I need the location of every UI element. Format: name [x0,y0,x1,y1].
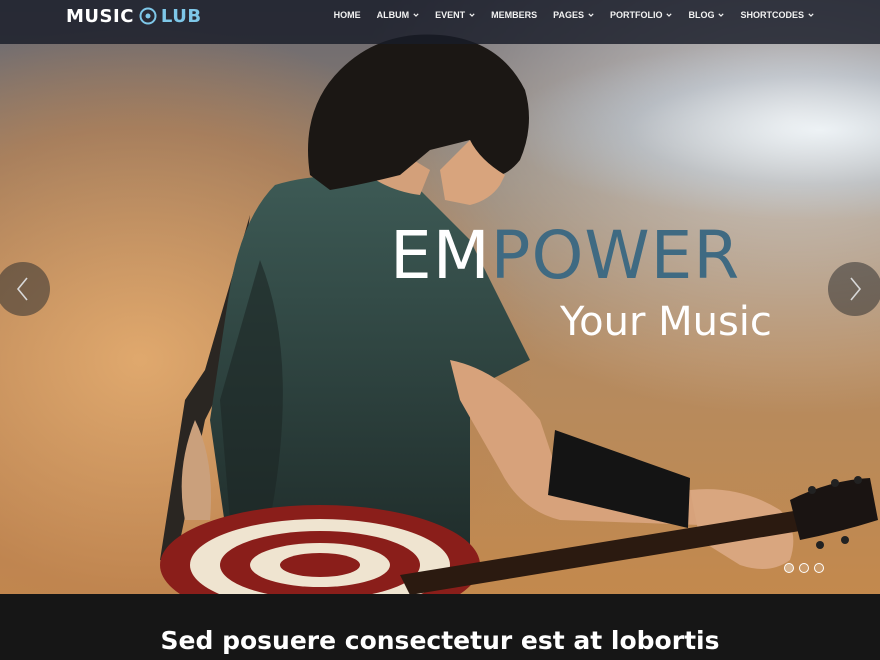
nav-item-label: PAGES [553,10,584,20]
chevron-left-icon [16,277,28,301]
top-navbar: MUSIC LUB HOME ALBUM EVENT MEMBERS PAGES… [0,0,880,44]
nav-item-label: SHORTCODES [740,10,804,20]
nav-item-portfolio[interactable]: PORTFOLIO [610,10,673,20]
logo-word-club: LUB [160,5,202,27]
nav-item-event[interactable]: EVENT [435,10,475,20]
chevron-down-icon [588,13,594,17]
headline-part-power: POWER [490,217,741,294]
main-menu: HOME ALBUM EVENT MEMBERS PAGES PORTFOLIO [334,10,814,20]
headline-part-em: EM [390,217,491,294]
chevron-down-icon [666,13,673,17]
slider-dot-1[interactable] [784,563,794,573]
hero-headline: EMPOWER [390,216,740,296]
chevron-down-icon [718,13,725,17]
chevron-down-icon [413,13,419,17]
chevron-right-icon [850,277,862,301]
slider-dot-3[interactable] [814,563,824,573]
nav-item-label: BLOG [688,10,715,20]
chevron-down-icon [469,13,475,17]
site-logo[interactable]: MUSIC LUB [66,5,202,27]
disc-icon [139,7,157,25]
slider-next-button[interactable] [828,262,880,316]
nav-item-label: MEMBERS [491,10,538,20]
nav-item-album[interactable]: ALBUM [377,10,420,20]
nav-item-blog[interactable]: BLOG [688,10,725,20]
nav-item-label: EVENT [435,10,466,20]
nav-item-home[interactable]: HOME [334,10,361,20]
nav-item-members[interactable]: MEMBERS [491,10,537,20]
nav-item-label: ALBUM [376,10,410,20]
logo-word-music: MUSIC [66,5,134,27]
nav-item-shortcodes[interactable]: SHORTCODES [740,10,814,20]
chevron-down-icon [808,13,814,17]
intro-section: Sed posuere consectetur est at lobortis [0,594,880,660]
nav-item-label: PORTFOLIO [609,10,663,20]
intro-title: Sed posuere consectetur est at lobortis [160,626,720,655]
slider-dot-2[interactable] [799,563,809,573]
nav-item-pages[interactable]: PAGES [553,10,594,20]
nav-item-label: HOME [333,10,361,20]
slider-pagination [784,563,824,573]
hero-subline: Your Music [560,299,772,345]
hero-slider: MUSIC LUB HOME ALBUM EVENT MEMBERS PAGES… [0,0,880,594]
